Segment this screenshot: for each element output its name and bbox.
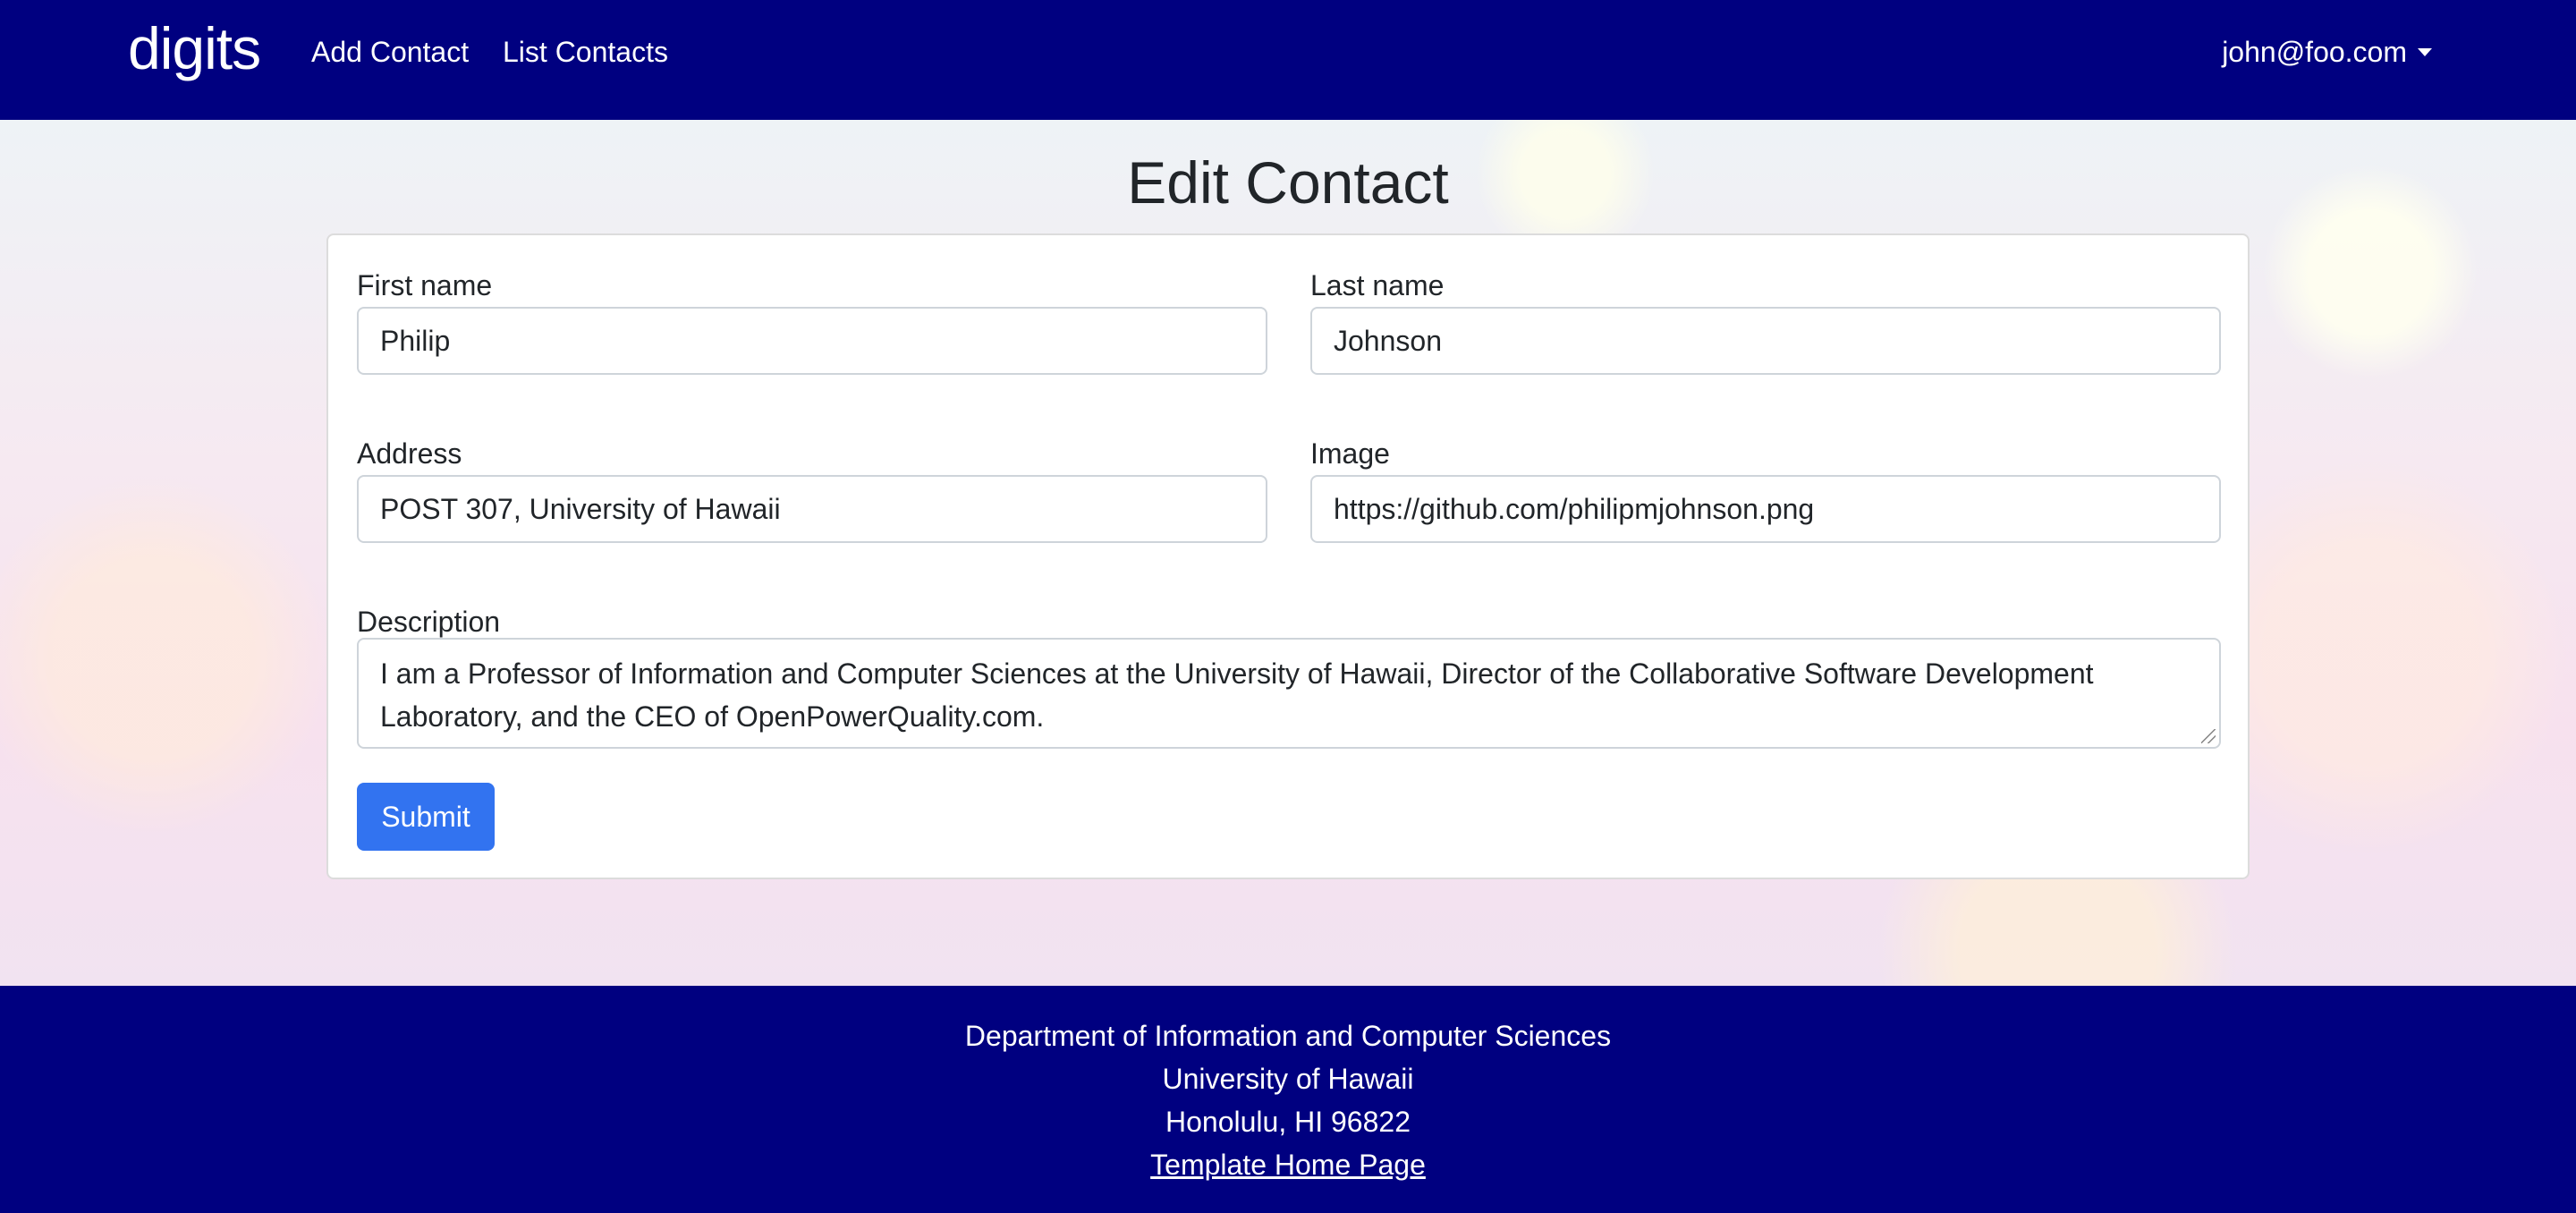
nav-add-contact[interactable]: Add Contact <box>311 36 469 69</box>
first-name-input[interactable]: Philip <box>357 307 1267 375</box>
description-text: I am a Professor of Information and Comp… <box>380 657 2094 733</box>
page-title: Edit Contact <box>1127 149 1449 216</box>
edit-contact-form: First name Philip Last name Johnson Addr… <box>326 233 2250 879</box>
submit-button[interactable]: Submit <box>357 783 495 851</box>
nav-list-contacts[interactable]: List Contacts <box>503 36 668 69</box>
footer: Department of Information and Computer S… <box>0 986 2576 1213</box>
description-label: Description <box>357 606 501 638</box>
image-url-input[interactable]: https://github.com/philipmjohnson.png <box>1310 475 2221 543</box>
brand-logo[interactable]: digits <box>128 14 261 82</box>
footer-department: Department of Information and Computer S… <box>964 1020 1612 1052</box>
resize-handle-icon[interactable] <box>2201 729 2216 743</box>
description-textarea[interactable]: I am a Professor of Information and Comp… <box>357 638 2221 749</box>
address-input[interactable]: POST 307, University of Hawaii <box>357 475 1267 543</box>
footer-university: University of Hawaii <box>1162 1063 1414 1095</box>
user-email: john@foo.com <box>2222 36 2407 68</box>
last-name-input[interactable]: Johnson <box>1310 307 2221 375</box>
top-navbar: digits Add Contact List Contacts john@fo… <box>0 0 2576 120</box>
first-name-label: First name <box>357 269 493 301</box>
template-home-link[interactable]: Template Home Page <box>1150 1149 1426 1181</box>
footer-address: Honolulu, HI 96822 <box>1165 1106 1411 1138</box>
user-dropdown[interactable]: john@foo.com <box>2222 36 2432 69</box>
caret-down-icon <box>2418 48 2432 56</box>
footer-link-row: Template Home Page <box>0 1149 2576 1182</box>
last-name-label: Last name <box>1310 269 1445 301</box>
address-label: Address <box>357 437 462 470</box>
image-label: Image <box>1310 437 1390 470</box>
main-content: Edit Contact First name Philip Last name… <box>0 120 2576 986</box>
